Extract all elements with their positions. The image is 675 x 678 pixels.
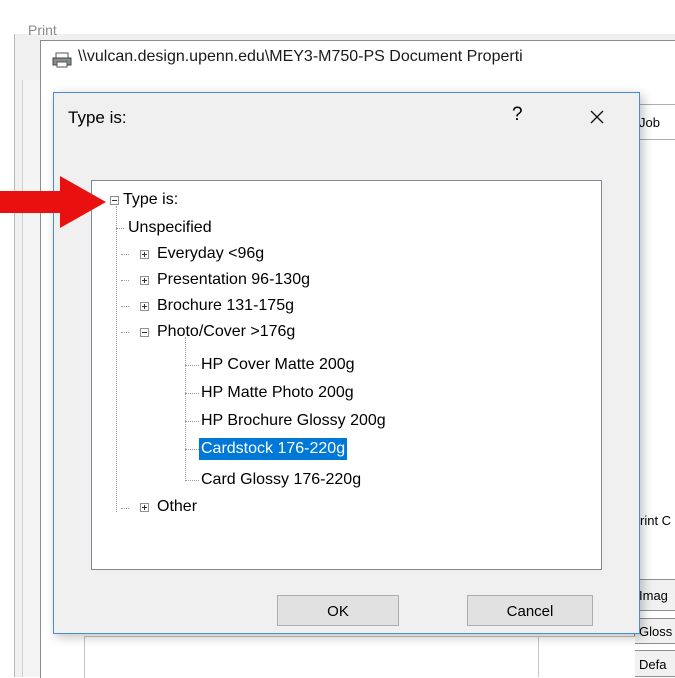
tree-line [185, 421, 199, 422]
lower-panel-divider [538, 636, 539, 677]
side-image-button[interactable]: Imag [634, 579, 675, 611]
tree-line [121, 306, 129, 307]
tree-item-hp-cover-matte[interactable]: HP Cover Matte 200g [199, 354, 357, 376]
tree-item-brochure[interactable]: Brochure 131-175g [155, 295, 296, 317]
red-arrow-icon [0, 176, 106, 228]
help-button[interactable]: ? [512, 104, 523, 126]
tree-line [121, 280, 129, 281]
tree-item-unspecified[interactable]: Unspecified [126, 217, 214, 239]
tree-item-photo-cover[interactable]: Photo/Cover >176g [155, 321, 297, 343]
tree-line [185, 337, 186, 481]
tree-item-card-glossy[interactable]: Card Glossy 176-220g [199, 469, 363, 491]
printer-icon [52, 52, 72, 68]
dialog-title: Type is: [68, 108, 127, 127]
cancel-button[interactable]: Cancel [467, 595, 593, 626]
tab-job[interactable]: Job [634, 104, 675, 140]
side-print-label: rint C [640, 513, 672, 528]
tree-line [116, 228, 124, 229]
tree-line [121, 508, 129, 509]
tree-item-presentation[interactable]: Presentation 96-130g [155, 269, 312, 291]
expand-icon[interactable] [140, 250, 149, 259]
tree-line [116, 206, 117, 512]
tree-line [185, 393, 199, 394]
collapse-icon[interactable] [140, 328, 149, 337]
type-tree[interactable]: Type is: Unspecified Everyday <96g Prese… [91, 180, 602, 570]
tree-item-hp-matte-photo[interactable]: HP Matte Photo 200g [199, 382, 356, 404]
tree-item-everyday[interactable]: Everyday <96g [155, 243, 266, 265]
lower-panel [84, 636, 635, 678]
tree-line [121, 332, 129, 333]
tree-line [121, 254, 129, 255]
tree-item-cardstock[interactable]: Cardstock 176-220g [199, 438, 348, 460]
expand-icon[interactable] [140, 302, 149, 311]
ok-button[interactable]: OK [277, 595, 399, 626]
collapse-icon[interactable] [110, 196, 119, 205]
tree-root[interactable]: Type is: [121, 189, 180, 211]
tree-item-other[interactable]: Other [155, 496, 199, 518]
tree-line [185, 365, 199, 366]
side-default-button[interactable]: Defa [634, 650, 675, 677]
tree-item-hp-brochure-glossy[interactable]: HP Brochure Glossy 200g [199, 410, 388, 432]
expand-icon[interactable] [140, 503, 149, 512]
expand-icon[interactable] [140, 276, 149, 285]
print-window-title: Print [28, 22, 57, 38]
tree-line [185, 480, 199, 481]
tree-line [185, 449, 199, 450]
close-icon[interactable] [580, 100, 614, 134]
side-gloss-button[interactable]: Gloss [634, 618, 675, 644]
document-properties-title: \\vulcan.design.upenn.edu\MEY3-M750-PS D… [78, 48, 523, 65]
